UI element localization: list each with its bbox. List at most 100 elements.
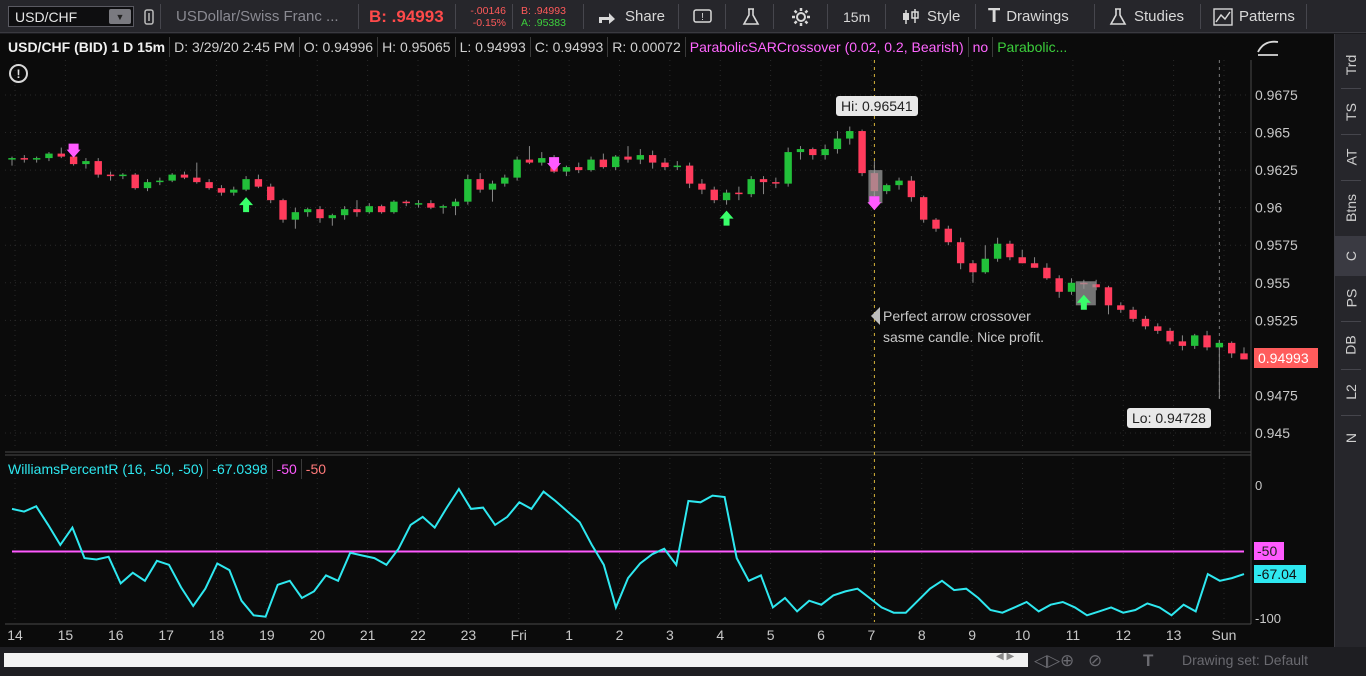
- patterns-button[interactable]: Patterns: [1213, 0, 1295, 33]
- x-tick-label: 5: [767, 627, 775, 643]
- candle-body: [377, 206, 386, 213]
- candle-body: [759, 179, 768, 183]
- style-button[interactable]: Style: [901, 0, 960, 33]
- bid-price: B: .94993: [369, 6, 444, 26]
- candle-body: [143, 182, 152, 189]
- study-label[interactable]: ParabolicSARCrossover (0.02, 0.2, Bearis…: [686, 37, 969, 57]
- arrow-down-icon: [66, 143, 81, 158]
- x-tick-label: 12: [1115, 627, 1131, 643]
- zoom-icon[interactable]: ⊘: [1088, 651, 1102, 671]
- candle-body: [525, 159, 534, 163]
- x-tick-label: 18: [209, 627, 225, 643]
- candle-body: [1055, 278, 1063, 292]
- x-tick-label: 6: [817, 627, 825, 643]
- horizontal-scrollbar[interactable]: [4, 653, 1028, 667]
- tab-trd-label: Trd: [1342, 54, 1359, 76]
- candle-body: [217, 188, 226, 193]
- value-tag: -67.04: [1254, 565, 1306, 583]
- x-tick-label: 11: [1066, 627, 1081, 643]
- candle-body: [562, 167, 571, 172]
- low-bubble: Lo: 0.94728: [1127, 408, 1211, 428]
- x-tick-label: 4: [716, 627, 724, 643]
- drawings-button[interactable]: T Drawings: [988, 0, 1069, 33]
- tab-c[interactable]: C: [1335, 236, 1366, 276]
- drawing-set-label[interactable]: Drawing set: Default: [1182, 652, 1308, 668]
- alert-icon[interactable]: !: [9, 64, 28, 83]
- price-tick-label: 0.9625: [1255, 162, 1298, 178]
- candle-body: [648, 155, 657, 163]
- chevron-down-icon[interactable]: ▼: [109, 9, 131, 24]
- tab-c-label: C: [1343, 250, 1359, 262]
- bar-open: O: 0.94996: [300, 37, 379, 57]
- candle-body: [279, 200, 287, 220]
- share-button[interactable]: Share: [597, 0, 665, 33]
- price-tick-label: 0.9525: [1255, 312, 1298, 328]
- williams-tick-label: 0: [1255, 478, 1262, 493]
- style-label: Style: [927, 8, 961, 25]
- bar-low: L: 0.94993: [456, 37, 531, 57]
- study2-label[interactable]: Parabolic...: [993, 37, 1071, 57]
- candle-body: [846, 131, 854, 139]
- williams-line: [11, 487, 1245, 618]
- candle-body: [20, 158, 29, 160]
- candle-body: [821, 149, 829, 156]
- tab-ts[interactable]: TS: [1335, 92, 1366, 132]
- candle-body: [722, 192, 731, 201]
- candle-body: [501, 177, 509, 184]
- text-t-icon[interactable]: T: [1143, 651, 1153, 671]
- x-tick-label: 3: [666, 627, 674, 643]
- candle-body: [1227, 342, 1236, 354]
- candles-icon: [903, 8, 919, 24]
- tab-trd[interactable]: Trd: [1335, 44, 1366, 86]
- candle-body: [267, 186, 275, 201]
- candle-body: [1018, 257, 1026, 264]
- pan-icon[interactable]: ◁▷: [1034, 651, 1060, 671]
- x-tick-label: 21: [360, 627, 376, 643]
- x-tick-label: 13: [1166, 627, 1182, 643]
- scroll-arrows-icon[interactable]: ◀ ▶: [996, 651, 1014, 662]
- price-chart[interactable]: 14 15 16 17 18 19 20 21 22 23 Fri 1 2 3 4 5 6 7 8 9 10 11 12 13…: [0, 34, 1334, 647]
- crosshair-icon[interactable]: ⊕: [1060, 651, 1074, 671]
- price-tick-label: 0.955: [1255, 275, 1290, 291]
- tab-btns-label: Btns: [1342, 193, 1359, 223]
- chart-note[interactable]: Perfect arrow crossover sasme candle. Ni…: [883, 306, 1044, 348]
- study-flag: no: [969, 37, 994, 57]
- svg-text:!: !: [701, 12, 704, 23]
- indicator-value: -67.0398: [208, 459, 273, 479]
- candle-body: [993, 243, 1002, 259]
- candle-body: [45, 153, 53, 159]
- note-arrow-icon: [871, 307, 880, 325]
- tab-db[interactable]: DB: [1335, 324, 1366, 366]
- drawing-tool-icon[interactable]: [1256, 38, 1280, 58]
- tab-n[interactable]: N: [1335, 418, 1366, 458]
- tab-l2[interactable]: L2: [1335, 372, 1366, 412]
- flask-icon: [1109, 7, 1127, 25]
- price-tick-label: 0.96: [1255, 200, 1282, 216]
- chat-icon[interactable]: !: [692, 0, 714, 33]
- symbol-selector[interactable]: USD/CHF ▼: [8, 6, 134, 27]
- candle-body: [1129, 309, 1137, 319]
- candle-body: [414, 203, 423, 205]
- link-icon[interactable]: [143, 0, 155, 33]
- candle-body: [390, 201, 398, 213]
- indicator-name[interactable]: WilliamsPercentR (16, -50, -50): [4, 459, 209, 479]
- bar-date: D: 3/29/20 2:45 PM: [170, 37, 300, 57]
- tab-btns[interactable]: Btns: [1335, 184, 1366, 232]
- candle-body: [464, 179, 472, 202]
- x-tick-label: 17: [158, 627, 174, 643]
- note-line-2: sasme candle. Nice profit.: [883, 329, 1045, 345]
- x-tick-label: 8: [918, 627, 926, 643]
- chart-symbol: USD/CHF (BID) 1 D 15m: [4, 37, 171, 57]
- interval-button[interactable]: 15m: [843, 0, 870, 33]
- tab-ps[interactable]: PS: [1335, 278, 1366, 318]
- candle-body: [402, 201, 410, 204]
- studies-button[interactable]: Studies: [1108, 0, 1184, 33]
- gear-icon[interactable]: [791, 0, 811, 33]
- candle-body: [883, 185, 891, 192]
- candle-body: [919, 197, 928, 220]
- indicator-header: WilliamsPercentR (16, -50, -50) -67.0398…: [4, 459, 330, 479]
- candle-body: [1067, 282, 1076, 292]
- flask-icon[interactable]: [741, 0, 761, 33]
- tab-at[interactable]: AT: [1335, 137, 1366, 177]
- candle-body: [427, 203, 435, 208]
